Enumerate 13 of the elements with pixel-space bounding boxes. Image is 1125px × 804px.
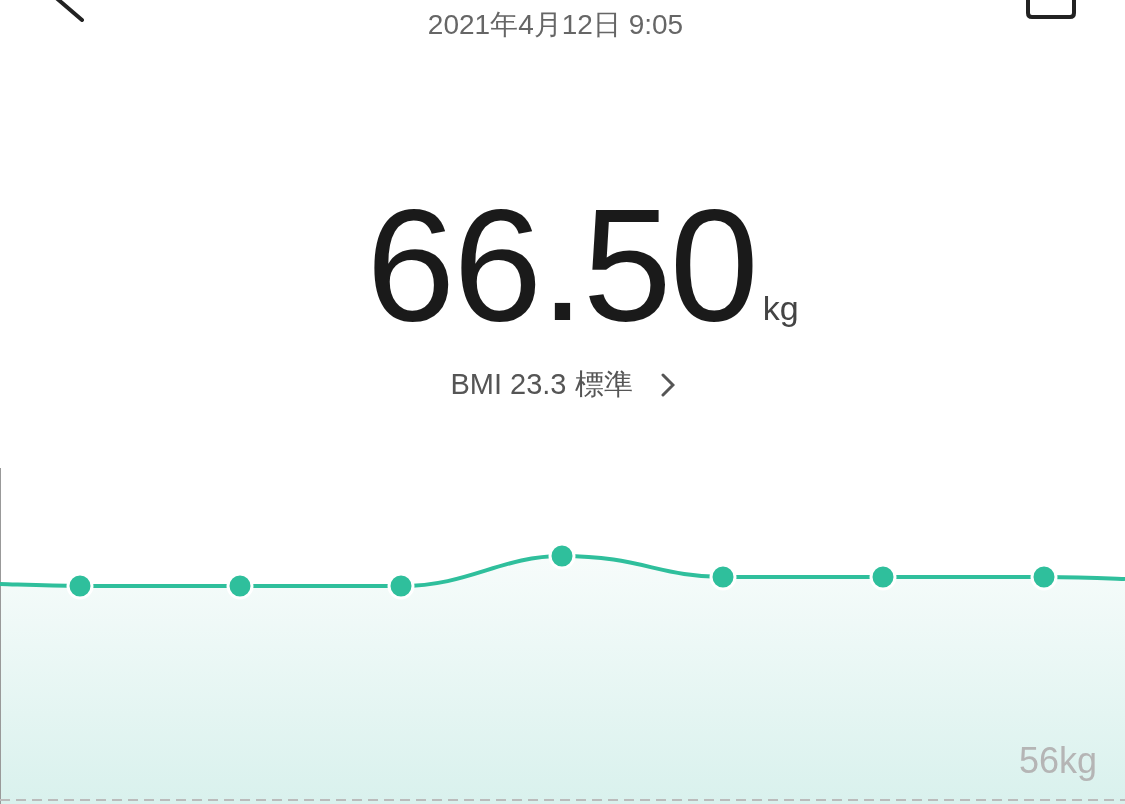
bmi-link[interactable]: BMI 23.3 標準 (450, 365, 675, 405)
weight-value: 66.50 (366, 185, 757, 345)
data-point[interactable] (709, 563, 737, 591)
chevron-right-icon (660, 373, 675, 397)
data-point[interactable] (226, 572, 254, 600)
date-time: 2021年4月12日 9:05 (427, 8, 684, 42)
data-point[interactable] (1030, 563, 1058, 591)
data-point[interactable] (869, 563, 897, 591)
data-point[interactable] (548, 542, 576, 570)
data-point[interactable] (66, 572, 94, 600)
axis-label: 56kg (1018, 740, 1097, 782)
data-point[interactable] (387, 572, 415, 600)
weight-unit: kg (762, 291, 799, 325)
